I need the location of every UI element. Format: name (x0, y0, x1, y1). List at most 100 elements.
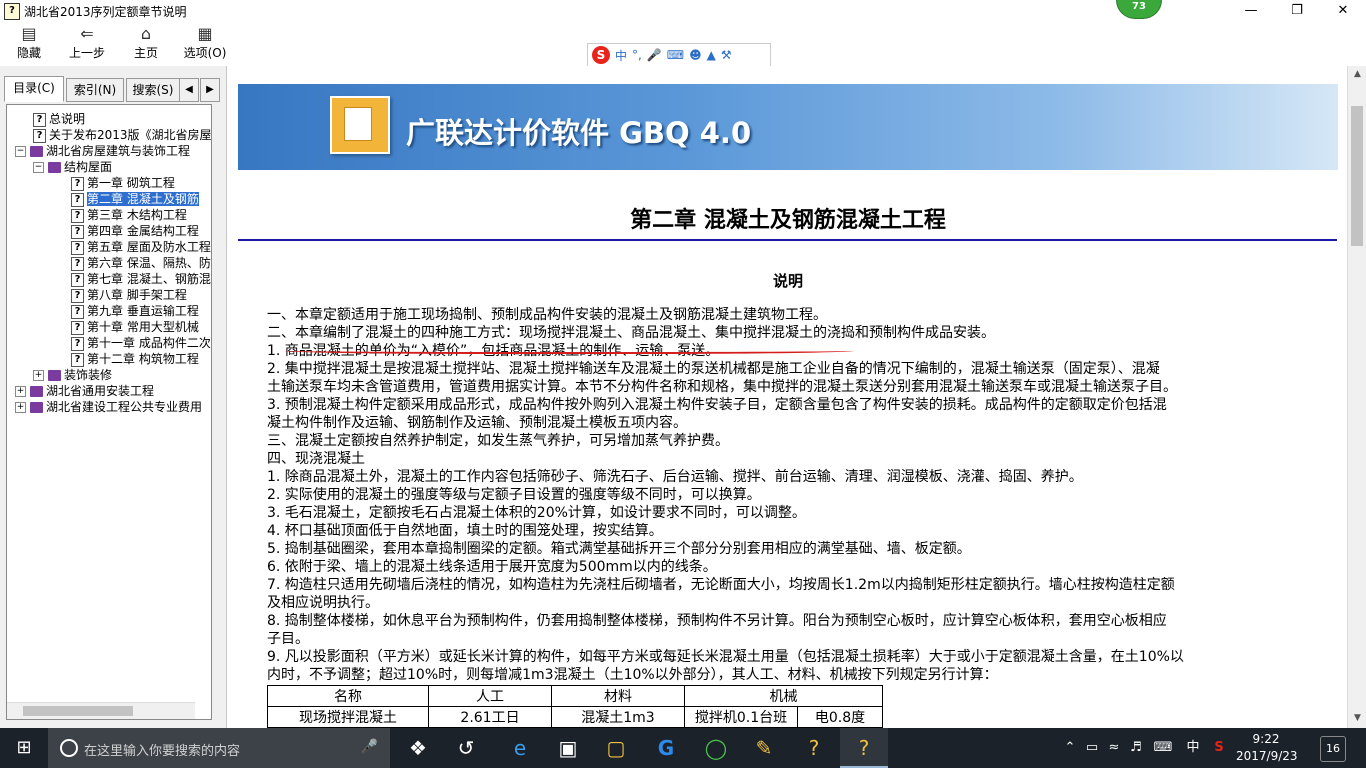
window-title: 湖北省2013序列定额章节说明 (24, 5, 187, 19)
update-badge[interactable]: 73 (1116, 0, 1162, 19)
book-icon (30, 386, 43, 397)
tree-item-selected[interactable]: ? 第二章 混凝土及钢筋 (71, 191, 199, 207)
home-button[interactable]: ⌂ 主页 (121, 24, 171, 64)
restore-button[interactable]: ❐ (1274, 0, 1320, 22)
ime-language[interactable]: 中 (615, 47, 627, 64)
tree-item[interactable]: ? 第十章 常用大型机械 (71, 319, 199, 335)
tree-item[interactable]: + 湖北省建设工程公共专业费用 (15, 399, 202, 415)
store-icon[interactable]: ▣ (544, 728, 592, 768)
tab-search[interactable]: 搜索(S) (126, 78, 180, 102)
tree-item[interactable]: − 结构屋面 (33, 159, 112, 175)
document-vertical-scrollbar[interactable]: ▲ ▼ (1347, 66, 1366, 728)
tree-item[interactable]: ? 第五章 屋面及防水工程 (71, 239, 211, 255)
ime-toolbar[interactable]: S 中 °, 🎤 ⌨ ☻ ▲ ⚒ (587, 43, 771, 67)
expand-icon[interactable]: + (15, 402, 26, 413)
action-center-icon[interactable]: 16 (1320, 736, 1346, 762)
security-app-icon[interactable]: ◯ (692, 728, 740, 768)
touch-keyboard-icon[interactable]: ⌨ (1150, 728, 1176, 768)
help-viewer-icon[interactable]: ? (790, 728, 838, 768)
expand-icon[interactable]: + (15, 386, 26, 397)
keyboard-icon[interactable]: ⌨ (667, 48, 684, 62)
microphone-icon[interactable]: 🎤 (647, 48, 662, 62)
collapse-icon[interactable]: − (15, 146, 26, 157)
hide-button[interactable]: ▤ 隐藏 (4, 24, 54, 64)
tree-horizontal-scrollbar[interactable] (7, 702, 195, 719)
body-line: 6. 依附于梁、墙上的混凝土线条适用于展开宽度为500mm以内的线条。 (267, 559, 717, 575)
options-button[interactable]: ▦ 选项(O) (180, 24, 230, 64)
tree-item[interactable]: ? 总说明 (33, 111, 85, 127)
tree-item[interactable]: ? 第三章 木结构工程 (71, 207, 187, 223)
system-clock[interactable]: 9:22 2017/9/23 (1236, 731, 1298, 765)
user-icon[interactable]: ☻ (689, 48, 702, 62)
file-explorer-icon[interactable]: ▢ (592, 728, 640, 768)
body-line: 土输送泵车均未含管道费用，管道费用据实计算。本节不分构件名称和规格，集中搅拌的混… (267, 379, 1177, 395)
body-line: 7. 构造柱只适用先砌墙后浇柱的情况，如构造柱为先浇柱后砌墙者，无论断面大小，均… (267, 577, 1175, 593)
help-topic-icon: ? (71, 192, 84, 207)
tree-item[interactable]: + 湖北省通用安装工程 (15, 383, 154, 399)
windows-start-icon[interactable]: ⊞ (0, 728, 48, 768)
sogou-logo-icon[interactable]: S (592, 46, 610, 64)
scroll-down-icon[interactable]: ▼ (1348, 710, 1366, 726)
tree-item-label: 第六章 保温、隔热、防 (87, 256, 211, 270)
tree-item-label: 第十二章 构筑物工程 (87, 352, 199, 366)
collapse-icon[interactable]: − (33, 162, 44, 173)
help-app-icon: ? (4, 3, 20, 20)
tree-item[interactable]: ? 第四章 金属结构工程 (71, 223, 199, 239)
taskbar-search-box[interactable]: 在这里输入你要搜索的内容 🎤 (48, 728, 390, 768)
help-topic-icon: ? (71, 288, 84, 303)
wrench-icon[interactable]: ⚒ (721, 48, 732, 62)
microphone-icon[interactable]: 🎤 (361, 739, 378, 755)
tree-item[interactable]: ? 第十二章 构筑物工程 (71, 351, 199, 367)
tab-scroll-left-icon[interactable]: ◀ (179, 78, 199, 102)
battery-icon[interactable]: ▭ (1082, 728, 1102, 768)
document-scroll-thumb[interactable] (1351, 106, 1363, 246)
tray-expand-icon[interactable]: ⌃ (1060, 728, 1080, 768)
expand-icon[interactable]: + (33, 370, 44, 381)
notes-app-icon[interactable]: ✎ (740, 728, 788, 768)
tree-item-label: 湖北省房屋建筑与装饰工程 (46, 144, 191, 158)
title-bar: ? 湖北省2013序列定额章节说明 73 — ❐ ✕ (0, 0, 1366, 23)
tree-scroll-thumb[interactable] (23, 706, 133, 716)
body-line: 9. 凡以投影面积（平方米）或延长米计算的构件，如每平方米或每延长米混凝土用量（… (267, 649, 1184, 665)
hide-label: 隐藏 (16, 46, 41, 60)
tree-item[interactable]: ? 第九章 垂直运输工程 (71, 303, 199, 319)
body-line: 二、本章编制了混凝土的四种施工方式：现场搅拌混凝土、商品混凝土、集中搅拌混凝土的… (267, 325, 995, 341)
scroll-up-icon[interactable]: ▲ (1348, 66, 1366, 82)
chapter-title: 第二章 混凝土及钢筋混凝土工程 (630, 207, 946, 233)
edge-icon[interactable]: e (496, 728, 544, 768)
tree-item[interactable]: + 装饰装修 (33, 367, 112, 383)
tree-item[interactable]: ? 第十一章 成品构件二次 (71, 335, 211, 351)
help-topic-icon: ? (71, 256, 84, 271)
close-button[interactable]: ✕ (1320, 0, 1366, 22)
shirt-icon[interactable]: ▲ (707, 48, 716, 62)
tab-index[interactable]: 索引(N) (66, 78, 124, 102)
tab-scroll-right-icon[interactable]: ▶ (200, 78, 220, 102)
options-label: 选项(O) (183, 46, 227, 60)
red-underline-annotation (284, 346, 854, 354)
table-cell: 电0.8度 (797, 706, 883, 728)
tree-item[interactable]: ? 第六章 保温、隔热、防 (71, 255, 211, 271)
back-button[interactable]: ⇐ 上一步 (62, 24, 112, 64)
ime-punctuation[interactable]: °, (632, 48, 642, 62)
table-cell: 2.61工日 (428, 706, 552, 728)
tree-item[interactable]: − 湖北省房屋建筑与装饰工程 (15, 143, 190, 159)
input-language-indicator[interactable]: 中 (1182, 728, 1204, 768)
minimize-button[interactable]: — (1228, 0, 1274, 22)
task-view-icon[interactable]: ❖ (394, 728, 442, 768)
volume-icon[interactable]: ♬ (1126, 728, 1146, 768)
tree-item[interactable]: ? 关于发布2013版《湖北省房屋 (33, 127, 211, 143)
help-viewer-active-icon[interactable]: ? (840, 728, 888, 768)
table-header-cell: 名称 (267, 685, 429, 707)
browser-360-icon[interactable]: ↺ (442, 728, 490, 768)
tree-item-label: 结构屋面 (64, 160, 113, 174)
sogou-tray-icon[interactable]: S (1208, 728, 1230, 768)
table-header-cell: 人工 (428, 685, 552, 707)
tree-item[interactable]: ? 第一章 砌筑工程 (71, 175, 175, 191)
help-topic-icon: ? (33, 112, 46, 127)
wifi-icon[interactable]: ≈ (1104, 728, 1124, 768)
tree-item[interactable]: ? 第八章 脚手架工程 (71, 287, 187, 303)
glodon-app-icon[interactable]: G (642, 728, 690, 768)
tab-contents[interactable]: 目录(C) (4, 76, 64, 102)
tree-item[interactable]: ? 第七章 混凝土、钢筋混 (71, 271, 211, 287)
back-arrow-icon: ⇐ (80, 24, 94, 43)
